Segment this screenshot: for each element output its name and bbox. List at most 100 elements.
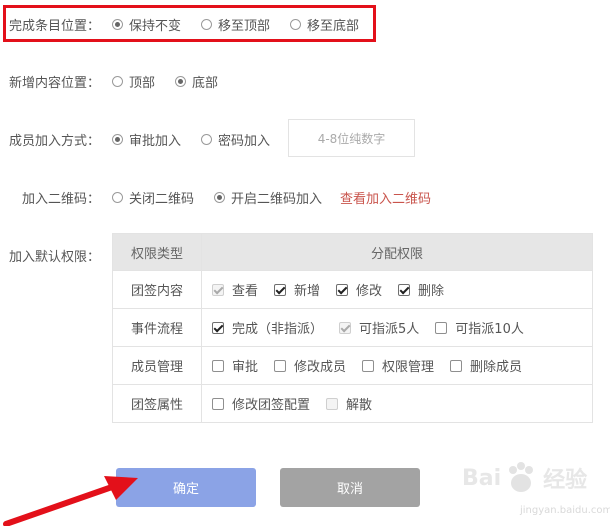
radio-bottom-label: 底部 [192, 76, 219, 91]
qr-code-row: 加入二维码： 关闭二维码 开启二维码加入 查看加入二维码 [22, 188, 431, 207]
join-method-label: 成员加入方式： [9, 134, 101, 149]
perm-manage[interactable]: 权限管理 [362, 356, 434, 375]
checkbox-icon[interactable] [336, 283, 349, 296]
completion-position-row: 完成条目位置： 保持不变 移至顶部 移至底部 [9, 15, 359, 34]
perm-cell: 完成（非指派） 可指派5人 可指派10人 [201, 308, 593, 347]
radio-icon[interactable] [112, 192, 124, 203]
perm-edit-member[interactable]: 修改成员 [274, 356, 346, 375]
perm-approve[interactable]: 审批 [212, 356, 258, 375]
checkbox-icon[interactable] [212, 359, 224, 372]
perm-type: 事件流程 [112, 308, 202, 347]
perm-label: 查看 [232, 284, 259, 299]
radio-keep[interactable]: 保持不变 [112, 15, 181, 34]
perm-delete[interactable]: 删除 [398, 280, 444, 299]
watermark-url: jingyan.baidu.com [520, 505, 610, 516]
radio-top[interactable]: 顶部 [112, 72, 155, 91]
completion-position-label: 完成条目位置： [9, 19, 101, 34]
radio-icon[interactable] [290, 19, 302, 30]
baidu-watermark: Bai 经验 [462, 452, 602, 504]
watermark-brand2: 经验 [543, 468, 588, 493]
watermark-brand: Bai [462, 465, 502, 491]
perm-cell: 修改团签配置 解散 [201, 384, 593, 423]
perm-add[interactable]: 新增 [274, 280, 320, 299]
radio-move-bottom-label: 移至底部 [307, 19, 360, 34]
radio-bottom[interactable]: 底部 [175, 72, 218, 91]
checkbox-icon[interactable] [339, 321, 352, 334]
perm-delete-member[interactable]: 删除成员 [450, 356, 522, 375]
perm-type: 成员管理 [112, 346, 202, 385]
checkbox-icon[interactable] [274, 359, 287, 372]
perm-type: 团签属性 [112, 384, 202, 423]
table-row: 成员管理 审批 修改成员 权限管理 删除成员 [112, 346, 593, 385]
checkbox-icon[interactable] [362, 359, 375, 372]
radio-close-qr-label: 关闭二维码 [129, 192, 195, 207]
radio-password-label: 密码加入 [218, 134, 271, 149]
radio-icon[interactable] [112, 19, 124, 30]
perm-label: 删除 [418, 284, 445, 299]
radio-move-top[interactable]: 移至顶部 [201, 15, 270, 34]
table-row: 事件流程 完成（非指派） 可指派5人 可指派10人 [112, 308, 593, 347]
default-permissions-row: 加入默认权限： [9, 246, 100, 265]
perm-dissolve[interactable]: 解散 [326, 394, 372, 413]
radio-approval-label: 审批加入 [129, 134, 182, 149]
table-row: 团签属性 修改团签配置 解散 [112, 384, 593, 423]
radio-top-label: 顶部 [129, 76, 156, 91]
checkbox-icon[interactable] [450, 359, 463, 372]
checkbox-icon[interactable] [326, 397, 339, 410]
radio-icon[interactable] [214, 192, 226, 203]
radio-icon[interactable] [201, 134, 213, 145]
qr-code-label: 加入二维码： [22, 192, 101, 207]
radio-close-qr[interactable]: 关闭二维码 [112, 188, 194, 207]
checkbox-icon[interactable] [435, 321, 448, 334]
radio-approval[interactable]: 审批加入 [112, 130, 181, 149]
radio-open-qr-label: 开启二维码加入 [231, 192, 323, 207]
permissions-table: 权限类型 分配权限 团签内容 查看 新增 修改 删除 事件流程 完成（非指派） … [112, 233, 593, 423]
perm-label: 删除成员 [470, 360, 523, 375]
header-type: 权限类型 [112, 233, 202, 271]
radio-move-bottom[interactable]: 移至底部 [290, 15, 359, 34]
perm-label: 权限管理 [382, 360, 435, 375]
checkbox-icon[interactable] [212, 397, 224, 410]
perm-label: 修改团签配置 [232, 398, 311, 413]
radio-icon[interactable] [112, 134, 124, 145]
new-content-position-row: 新增内容位置： 顶部 底部 [9, 72, 218, 91]
checkbox-icon[interactable] [274, 283, 287, 296]
password-input[interactable]: 4-8位纯数字 [288, 119, 415, 157]
perm-label: 完成（非指派） [232, 322, 324, 337]
cancel-button[interactable]: 取消 [280, 468, 420, 507]
radio-icon[interactable] [112, 76, 124, 87]
perm-view[interactable]: 查看 [212, 280, 258, 299]
perm-assign-5[interactable]: 可指派5人 [339, 318, 419, 337]
perm-label: 新增 [294, 284, 321, 299]
radio-password[interactable]: 密码加入 [201, 130, 270, 149]
new-content-position-label: 新增内容位置： [9, 76, 101, 91]
perm-assign-10[interactable]: 可指派10人 [435, 318, 524, 337]
perm-edit[interactable]: 修改 [336, 280, 382, 299]
default-permissions-label: 加入默认权限： [9, 250, 101, 265]
perm-cell: 查看 新增 修改 删除 [201, 270, 593, 309]
radio-icon[interactable] [201, 19, 213, 30]
paw-icon [509, 462, 534, 492]
checkbox-icon[interactable] [398, 283, 411, 296]
perm-edit-config[interactable]: 修改团签配置 [212, 394, 310, 413]
perm-type: 团签内容 [112, 270, 202, 309]
perm-complete[interactable]: 完成（非指派） [212, 318, 323, 337]
checkbox-icon[interactable] [212, 321, 224, 334]
table-header: 权限类型 分配权限 [112, 233, 593, 271]
checkbox-icon[interactable] [212, 283, 224, 296]
perm-label: 修改成员 [294, 360, 347, 375]
radio-open-qr[interactable]: 开启二维码加入 [214, 188, 322, 207]
perm-label: 审批 [232, 360, 259, 375]
perm-label: 可指派5人 [359, 322, 420, 337]
perm-label: 解散 [346, 398, 373, 413]
red-arrow-icon [3, 476, 138, 526]
header-assign: 分配权限 [201, 233, 593, 271]
perm-label: 修改 [356, 284, 383, 299]
perm-label: 可指派10人 [455, 322, 524, 337]
join-method-row: 成员加入方式： 审批加入 密码加入 [9, 130, 270, 149]
view-qr-link[interactable]: 查看加入二维码 [340, 188, 431, 207]
radio-keep-label: 保持不变 [129, 19, 182, 34]
perm-cell: 审批 修改成员 权限管理 删除成员 [201, 346, 593, 385]
table-row: 团签内容 查看 新增 修改 删除 [112, 270, 593, 309]
radio-icon[interactable] [175, 76, 187, 87]
